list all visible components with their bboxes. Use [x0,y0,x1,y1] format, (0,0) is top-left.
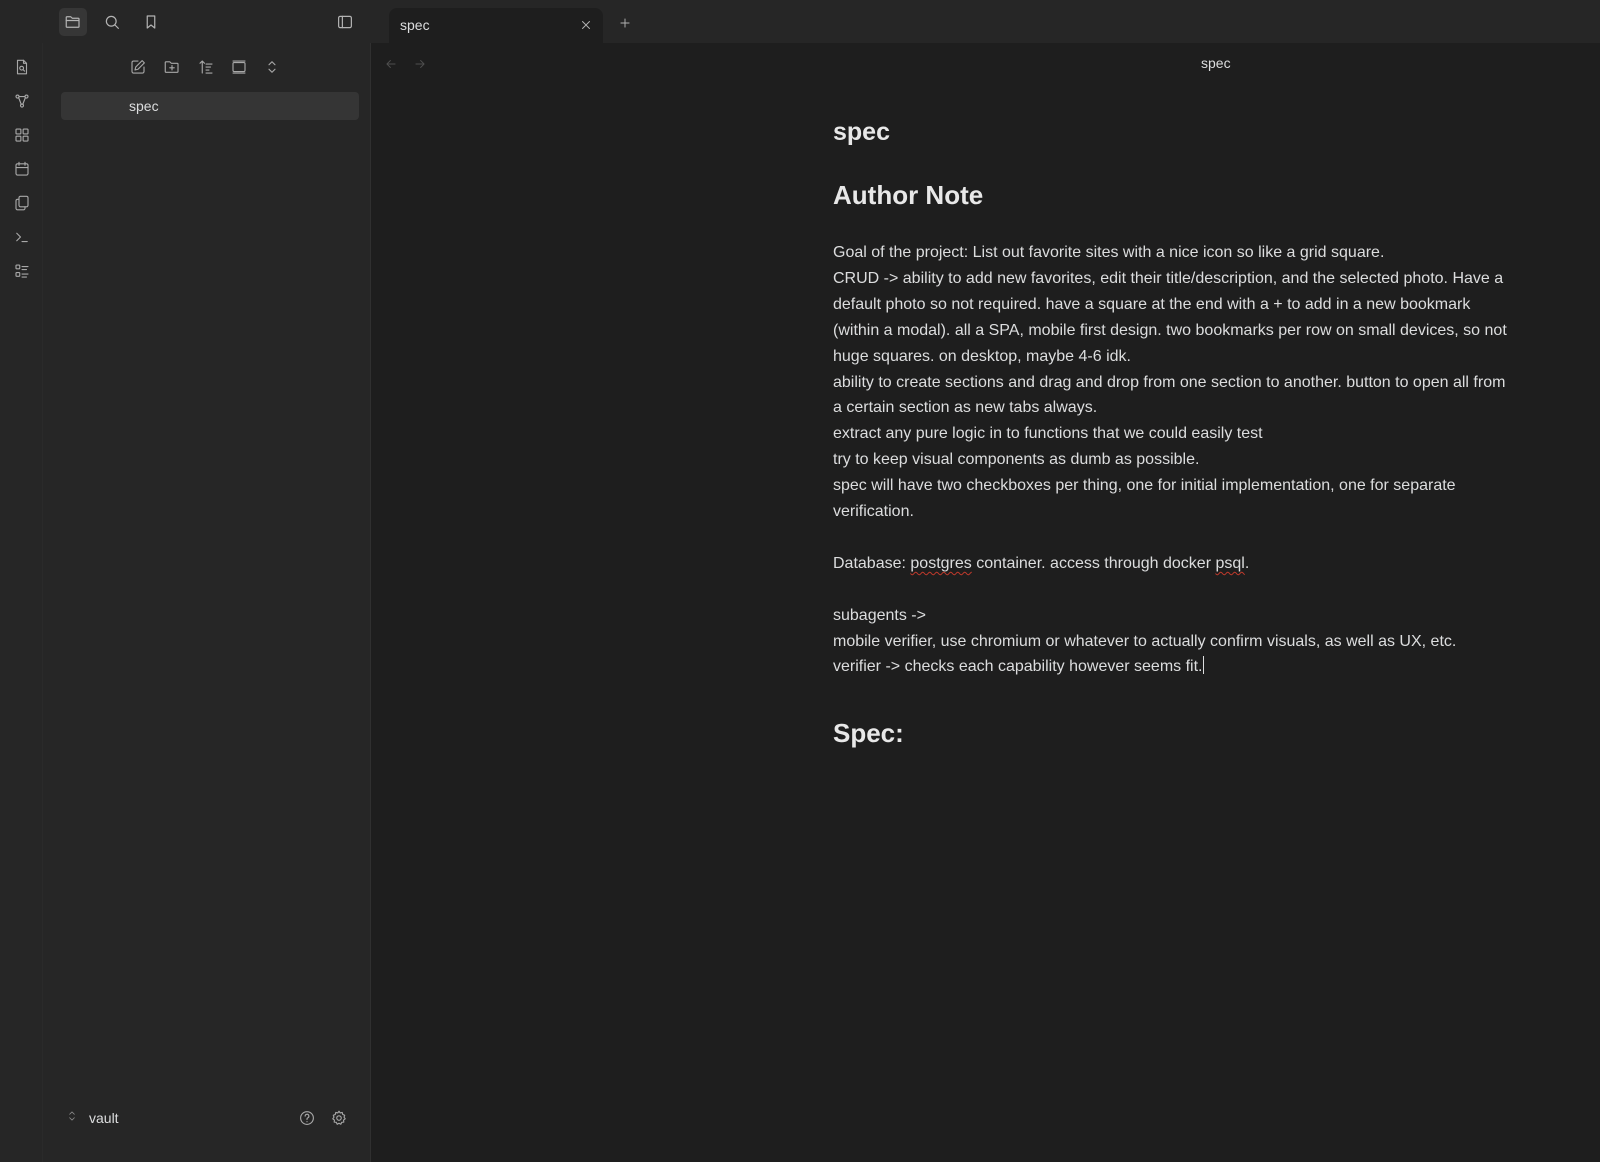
text-line: CRUD -> ability to add new favorites, ed… [833,269,1504,287]
vault-name: vault [89,1110,119,1126]
settings-icon[interactable] [328,1107,350,1129]
note-body[interactable]: Goal of the project: List out favorite s… [833,240,1578,680]
view-title[interactable]: spec [1201,55,1231,71]
left-ribbon [0,43,43,1162]
text-line: extract any pure logic in to functions t… [833,425,1263,443]
misspelled-word[interactable]: psql [1215,555,1244,572]
database-line: Database: postgres container. access thr… [833,551,1578,577]
tab-spec[interactable]: spec [389,8,603,43]
command-palette-icon[interactable] [12,227,32,247]
text-line: default photo so not required. have a sq… [833,295,1471,313]
search-icon[interactable] [98,8,126,36]
text-line: ability to create sections and drag and … [833,373,1506,391]
file-explorer-icon[interactable] [59,8,87,36]
tab-label: spec [400,17,430,33]
expand-collapse-icon[interactable] [260,55,284,79]
file-item-label: spec [129,98,159,114]
text-span: . [1244,554,1250,572]
text-line: (within a modal). all a SPA, mobile firs… [833,321,1507,339]
note-title[interactable]: spec [833,118,1578,154]
file-explorer-panel: spec vault [43,43,371,1162]
vault-switcher[interactable]: vault [65,1106,119,1130]
text-line: try to keep visual components as dumb as… [833,451,1200,469]
text-span: Database: [833,554,911,572]
text-line: Goal of the project: List out favorite s… [833,244,1385,261]
open-quick-switcher-icon[interactable] [12,57,32,77]
daily-note-icon[interactable] [12,159,32,179]
text-span: verifier -> checks each capability howev… [833,658,1203,676]
plus-icon[interactable] [614,12,636,34]
canvas-icon[interactable] [12,125,32,145]
text-line: a certain section as new tabs always. [833,399,1098,417]
text-line: spec will have two checkboxes per thing,… [833,477,1456,495]
graph-view-icon[interactable] [12,91,32,111]
heading-author-note: Author Note [833,180,984,210]
text-line: verification. [833,503,914,521]
templates-icon[interactable] [12,193,32,213]
note-content[interactable]: spec Author Note Goal of the project: Li… [833,118,1578,756]
new-note-icon[interactable] [126,55,150,79]
outline-icon[interactable] [12,261,32,281]
sort-icon[interactable] [194,55,218,79]
new-folder-icon[interactable] [160,55,184,79]
sidebar-toggle-icon[interactable] [331,8,359,36]
back-arrow-icon[interactable] [381,54,401,74]
heading-spec: Spec: [833,718,904,749]
bookmark-icon[interactable] [137,8,165,36]
editor-pane: spec spec Author Note Goal of the projec… [371,43,1600,1162]
chevron-up-down-icon [65,1109,79,1128]
text-line: mobile verifier, use chromium or whateve… [833,632,1457,650]
collapse-icon[interactable] [227,55,251,79]
misspelled-word[interactable]: postgres [910,555,971,572]
text-caret [1203,656,1205,675]
text-line: verifier -> checks each capability howev… [833,654,1578,680]
text-line: subagents -> [833,606,926,624]
text-line: huge squares. on desktop, maybe 4-6 idk. [833,347,1131,365]
forward-arrow-icon[interactable] [410,54,430,74]
file-item-spec[interactable]: spec [61,92,359,120]
text-span: container. access through docker [971,554,1216,572]
close-icon[interactable] [577,16,595,34]
help-icon[interactable] [296,1107,318,1129]
title-bar: spec [0,0,1600,43]
